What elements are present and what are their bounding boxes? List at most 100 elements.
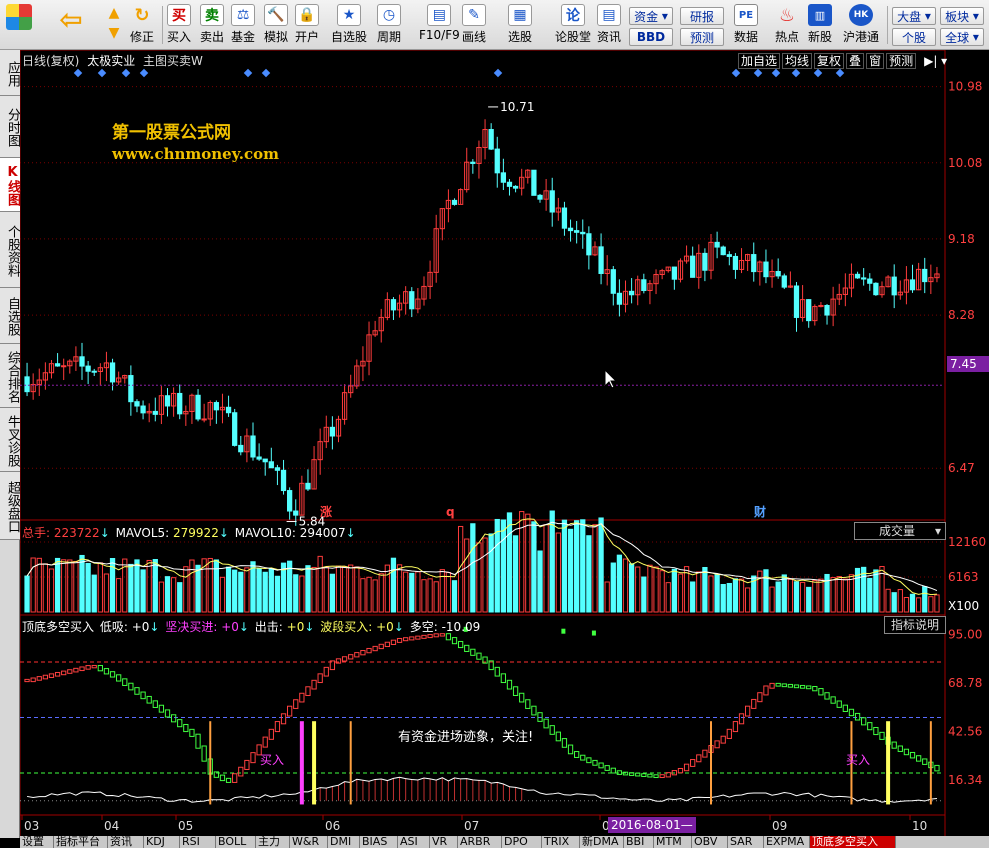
bottom-tab-12[interactable]: ARBR [458,836,502,848]
header-menu-2[interactable]: 复权 [814,53,845,69]
oscillator-step [91,664,97,669]
volume-bar [531,521,537,613]
volume-bar [818,578,824,613]
bottom-tab-3[interactable]: KDJ [144,836,180,848]
left-tab-0[interactable]: 应用 [0,50,20,96]
candle-body [537,194,543,200]
bottom-tab-15[interactable]: 新DMA [580,836,624,848]
single-stock-button[interactable]: 个股 [892,28,936,46]
candle-body [293,510,299,516]
oscillator-step [543,718,549,729]
candle-body [287,490,293,512]
capital-button[interactable]: 资金 ▾ [629,7,673,25]
bottom-tab-19[interactable]: SAR [728,836,764,848]
bottom-tab-20[interactable]: EXPMA [764,836,810,848]
bottom-tab-6[interactable]: 主力 [256,836,290,848]
bottom-tab-2[interactable]: 资讯 [108,836,144,848]
period-label[interactable]: 日线(复权) [22,54,79,68]
bottom-tab-0[interactable]: 设置 [20,836,54,848]
indicator-header: 顶底多空买入 低吸: +0↓ 坚决买进: +0↓ 出击: +0↓ 波段买入: +… [22,620,481,634]
candle-body [628,290,635,296]
buy-button[interactable]: 买买入 [167,4,191,48]
sim-button[interactable]: 🔨 模拟 [264,4,288,48]
volume-bar [372,579,378,613]
stock-chart-canvas[interactable]: 10.9810.089.188.286.4710.715.84涨 q 财121606… [20,50,989,838]
mavol5-value: 279922 [173,526,219,540]
bottom-tab-16[interactable]: BBI [624,836,654,848]
formula-name[interactable]: 主图买卖W [143,54,203,68]
bottom-tab-10[interactable]: ASI [398,836,430,848]
header-menu-4[interactable]: 窗 [866,53,885,69]
left-tab-4[interactable]: 自选股 [0,288,20,344]
bbd-button[interactable]: BBD [629,28,673,46]
oscillator-step [183,723,189,733]
pick-button[interactable]: ▦ 选股 [508,4,532,48]
left-tab-6[interactable]: 牛叉诊股 [0,408,20,472]
bottom-tab-21[interactable]: 顶底多空买入 [810,836,896,848]
data-button[interactable]: PE 数据 [734,4,758,48]
volume-bar [354,566,360,613]
left-tab-2[interactable]: K线图 [0,158,20,212]
bottom-tab-1[interactable]: 指标平台 [54,836,108,848]
header-menu-0[interactable]: 加自选 [738,53,781,69]
bottom-tab-9[interactable]: BIAS [360,836,398,848]
bottom-tab-17[interactable]: MTM [654,836,692,848]
oscillator-step [610,767,616,774]
volume-arrow: ↓ [99,526,110,540]
header-menu-1[interactable]: 均线 [782,53,813,69]
bottom-tab-18[interactable]: OBV [692,836,728,848]
header-menu-5[interactable]: 预测 [886,53,917,69]
left-tab-5[interactable]: 综合排名 [0,344,20,408]
arrow-down-icon[interactable]: ▼ [102,24,126,42]
sell-button[interactable]: 卖卖出 [200,4,224,48]
bottom-tab-7[interactable]: W&R [290,836,328,848]
research-button[interactable]: 研报 [680,7,724,25]
watch-button[interactable]: ★ 自选股 [331,4,367,48]
volume-indicator-select[interactable]: 成交量 ▾ [854,522,946,540]
nav-up-down[interactable]: ▲ ▼ [102,4,126,48]
app-logo[interactable] [6,4,32,48]
left-tab-7[interactable]: 超级盘口 [0,472,20,540]
oscillator-step [250,752,256,764]
oscillator-step [574,751,580,758]
top-marker-2 [591,630,596,636]
hk-connect-button[interactable]: HK 沪港通 [843,4,879,48]
oscillator-step [555,731,561,742]
header-menu-3[interactable]: 叠 [846,53,865,69]
forum-button[interactable]: 论论股堂 [555,4,591,48]
volume-bar [934,594,940,613]
fund-button[interactable]: ⚖ 基金 [231,4,255,48]
volume-bar [470,523,476,613]
oscillator-step [140,691,146,700]
period-button[interactable]: ◷ 周期 [377,4,401,48]
oscillator-step [745,705,751,717]
volume-bar [103,573,110,613]
bottom-tab-13[interactable]: DPO [502,836,542,848]
forecast-button[interactable]: 预测 [680,28,724,46]
indicator-explain-button[interactable]: 指标说明 [884,616,946,634]
news-button[interactable]: ▤ 资讯 [597,4,621,48]
draw-button[interactable]: ✎ 画线 [462,4,486,48]
open-label: 开户 [295,30,320,44]
bottom-tab-14[interactable]: TRIX [542,836,580,848]
hot-button[interactable]: ♨ 热点 [775,4,799,48]
sector-select[interactable]: 板块 ▾ [940,7,984,25]
bottom-tab-8[interactable]: DMI [328,836,360,848]
back-button[interactable]: ⇦ [56,3,86,48]
left-tab-1[interactable]: 分时图 [0,96,20,158]
bottom-tab-5[interactable]: BOLL [216,836,256,848]
market-select[interactable]: 大盘 ▾ [892,7,936,25]
f10-button[interactable]: ▤ F10/F9 [419,4,460,48]
more-arrow-icon[interactable]: ▶| ▾ [924,54,947,68]
bottom-tab-4[interactable]: RSI [180,836,216,848]
fix-button[interactable]: ↻ 修正 [130,4,154,48]
bottom-tab-11[interactable]: VR [430,836,458,848]
open-button[interactable]: 🔒 开户 [295,4,319,48]
new-stock-button[interactable]: ▥ 新股 [808,4,832,48]
volume-bar [299,575,305,613]
arrow-up-icon[interactable]: ▲ [102,4,126,22]
oscillator-step [238,766,244,777]
volume-bar [73,560,79,613]
left-tab-3[interactable]: 个股资料 [0,212,20,288]
global-select[interactable]: 全球 ▾ [940,28,984,46]
